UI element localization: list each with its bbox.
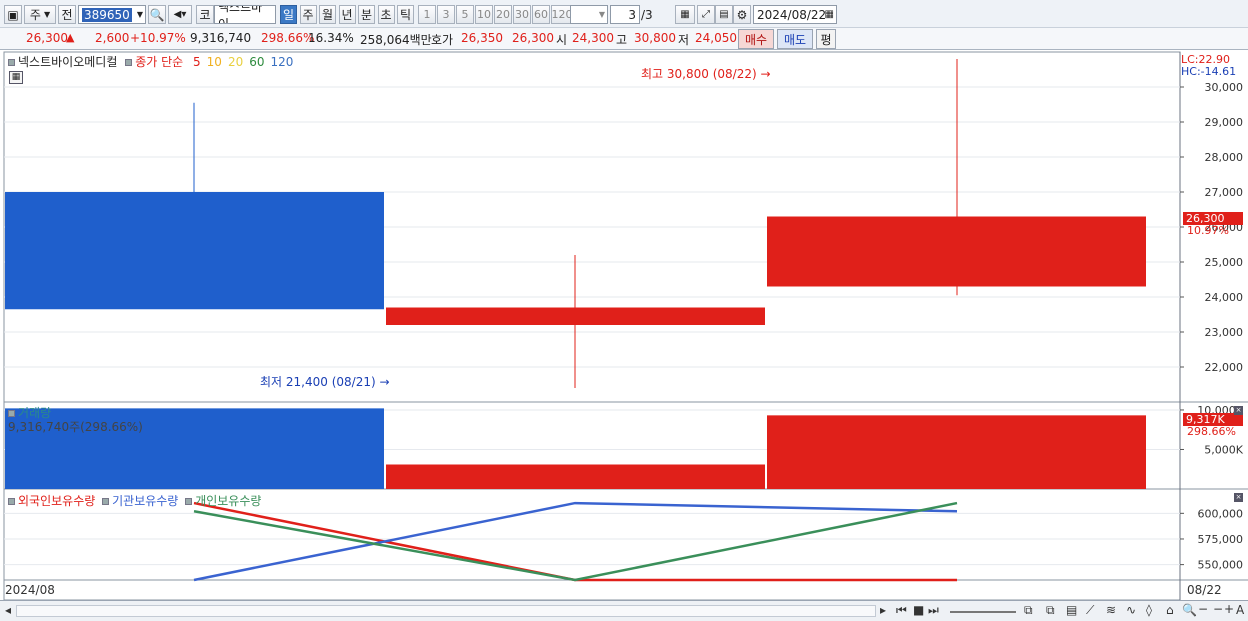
zoom-in-icon[interactable]: + bbox=[1224, 602, 1234, 616]
panel-handle-icon[interactable] bbox=[185, 498, 193, 505]
panel-handle-icon[interactable] bbox=[8, 498, 15, 505]
panel-handle-icon[interactable] bbox=[8, 410, 15, 417]
shapes-icon[interactable]: ◊ bbox=[1146, 603, 1152, 617]
price-tick-label: 30,000 bbox=[1205, 81, 1244, 94]
volume-info: 9,316,740주(298.66%) bbox=[8, 420, 143, 434]
close-icon[interactable]: × bbox=[1234, 493, 1243, 502]
low-annotation: 최저 21,400 (08/21) → bbox=[260, 373, 390, 390]
high-note-text: 최고 30,800 (08/22) bbox=[641, 67, 757, 81]
font-size-icon[interactable]: A bbox=[1236, 603, 1244, 617]
search-icon[interactable]: 🔍 bbox=[1182, 603, 1197, 617]
price-tick-label: 22,000 bbox=[1205, 361, 1244, 374]
rewind-icon[interactable]: ⏮ bbox=[896, 603, 907, 618]
close-icon[interactable]: × bbox=[1234, 406, 1243, 415]
x-axis-start-label: 2024/08 bbox=[5, 583, 55, 597]
last-price-pct: 10.97% bbox=[1187, 224, 1229, 237]
price-tick-label: 29,000 bbox=[1205, 116, 1244, 129]
volume-tick-label: 5,000K bbox=[1204, 443, 1243, 456]
ma-period-label: 120 bbox=[270, 55, 294, 69]
ma-period-label: 5 bbox=[193, 55, 201, 69]
minus-icon[interactable]: − bbox=[1213, 602, 1223, 616]
horizontal-scrollbar[interactable] bbox=[16, 605, 876, 617]
scroll-right-icon[interactable]: ▸ bbox=[880, 603, 886, 617]
panel-handle-icon[interactable] bbox=[8, 59, 15, 66]
zoom-out-icon[interactable]: − bbox=[1198, 602, 1208, 616]
hc-value: HC:-14.61 bbox=[1181, 65, 1237, 78]
holder-tick-label: 575,000 bbox=[1198, 533, 1244, 546]
price-tick-label: 28,000 bbox=[1205, 151, 1244, 164]
candle-body bbox=[386, 307, 765, 325]
individual-holdings-label: 개인보유수량 bbox=[195, 494, 262, 508]
price-tick-label: 25,000 bbox=[1205, 256, 1244, 269]
holder-tick-label: 600,000 bbox=[1198, 507, 1244, 520]
bottom-toolbar: ◂ ▸ ⏮ ■ ⏭ ⧉ ⧉ ▤ ⟋ ≋ ∿ ◊ ⌂ 🔍 − − + A bbox=[0, 600, 1248, 621]
table-icon[interactable]: ▦ bbox=[9, 71, 23, 84]
ma-period-label: 60 bbox=[249, 55, 265, 69]
foreign-holdings-label: 외국인보유수량 bbox=[18, 494, 96, 508]
stop-icon[interactable]: ■ bbox=[913, 603, 924, 617]
fast-forward-icon[interactable]: ⏭ bbox=[928, 603, 939, 618]
price-tick-label: 24,000 bbox=[1205, 291, 1244, 304]
grid-icon[interactable]: ▤ bbox=[1066, 603, 1077, 617]
ma-indicator-label: 종가 단순 bbox=[135, 55, 184, 69]
panel-handle-icon[interactable] bbox=[125, 59, 133, 66]
candle-body bbox=[5, 192, 384, 310]
holder-tick-label: 550,000 bbox=[1198, 559, 1244, 572]
layout-icon[interactable]: ⧉ bbox=[1024, 603, 1033, 618]
ma-periods: 5 10 20 60 120 bbox=[187, 55, 293, 69]
chart-background bbox=[0, 52, 1248, 600]
price-panel-legend: 넥스트바이오메디컬 종가 단순 5 10 20 60 120 bbox=[8, 53, 293, 70]
fibonacci-icon[interactable]: ≋ bbox=[1106, 603, 1116, 617]
scroll-left-icon[interactable]: ◂ bbox=[5, 603, 11, 617]
zoom-slider[interactable] bbox=[950, 611, 1016, 613]
lock-icon[interactable]: ⌂ bbox=[1166, 603, 1174, 617]
institution-holdings-label: 기관보유수량 bbox=[112, 494, 179, 508]
panel-handle-icon[interactable] bbox=[102, 498, 110, 505]
arrow-right-icon: → bbox=[379, 375, 390, 389]
holder-panel-legend: 외국인보유수량 기관보유수량 개인보유수량 bbox=[8, 492, 261, 509]
volume-bar bbox=[386, 464, 765, 489]
ma-period-label: 10 bbox=[206, 55, 222, 69]
ma-period-label: 20 bbox=[227, 55, 244, 69]
high-annotation: 최고 30,800 (08/22) → bbox=[641, 65, 771, 82]
x-axis-end-label: 08/22 bbox=[1187, 583, 1222, 597]
price-tick-label: 27,000 bbox=[1205, 186, 1244, 199]
layout-icon[interactable]: ⧉ bbox=[1046, 603, 1055, 618]
volume-bar bbox=[767, 415, 1146, 489]
last-volume-pct: 298.66% bbox=[1187, 425, 1236, 438]
price-tick-label: 23,000 bbox=[1205, 326, 1244, 339]
stock-title: 넥스트바이오메디컬 bbox=[18, 55, 118, 69]
arrow-right-icon: → bbox=[760, 67, 771, 81]
wave-icon[interactable]: ∿ bbox=[1126, 603, 1136, 617]
candle-body bbox=[767, 216, 1146, 287]
chart-canvas[interactable]: 22,00023,00024,00025,00026,00027,00028,0… bbox=[0, 0, 1248, 600]
low-note-text: 최저 21,400 (08/21) bbox=[260, 375, 376, 389]
trendline-icon[interactable]: ⟋ bbox=[1086, 603, 1094, 618]
